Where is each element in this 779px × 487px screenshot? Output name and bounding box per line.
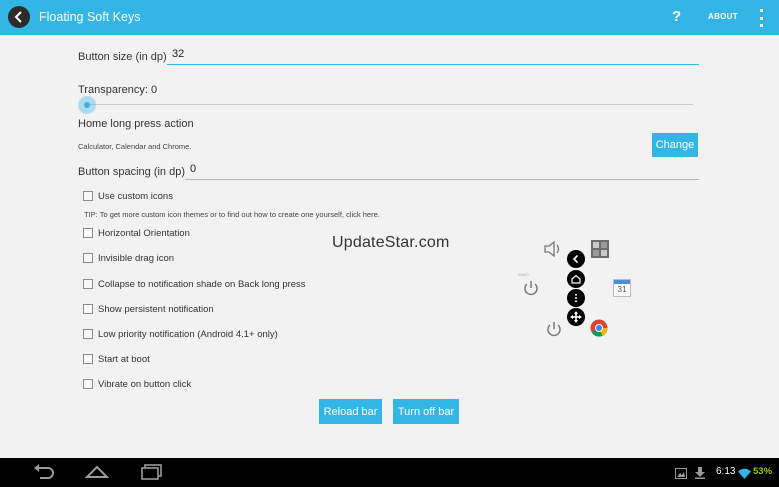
power-icon (521, 278, 541, 303)
checkbox-persistent-notification[interactable]: Show persistent notification (83, 302, 214, 316)
checkbox-label: Show persistent notification (98, 303, 214, 315)
status-time: 6:13 (716, 466, 736, 477)
checkbox[interactable] (83, 228, 93, 238)
home-long-press-summary: Calculator, Calendar and Chrome. (78, 142, 192, 151)
back-icon[interactable] (567, 250, 585, 268)
checkbox[interactable] (83, 379, 93, 389)
home-long-press-label: Home long press action (78, 118, 194, 130)
watermark: UpdateStar.com (332, 234, 450, 251)
battery-level: 53% (753, 466, 773, 477)
turn-off-bar-button[interactable]: Turn off bar (393, 399, 459, 424)
button-spacing-field[interactable]: 0 (185, 163, 699, 180)
use-custom-icons-row[interactable]: Use custom icons (83, 189, 173, 203)
custom-icons-tip[interactable]: TIP: To get more custom icon themes or t… (84, 210, 380, 219)
transparency-seekbar-thumb[interactable] (78, 96, 96, 114)
transparency-label: Transparency: 0 (78, 84, 158, 96)
checkbox[interactable] (83, 329, 93, 339)
chrome-icon (590, 319, 608, 342)
action-bar: Floating Soft Keys ? ABOUT (0, 0, 779, 35)
checkbox-label: Vibrate on button click (98, 378, 192, 390)
checkbox-label: Invisible drag icon (98, 252, 175, 264)
checkbox[interactable] (83, 191, 93, 201)
wifi-icon (738, 466, 751, 484)
checkbox-invisible-drag-icon[interactable]: Invisible drag icon (83, 251, 174, 265)
button-size-field[interactable]: 32 (167, 48, 699, 65)
nav-recent-apps-icon[interactable] (141, 464, 163, 485)
download-notification-icon (694, 466, 706, 484)
change-button[interactable]: Change (652, 133, 698, 157)
button-spacing-label: Button spacing (in dp) (78, 166, 186, 178)
checkbox-label: Collapse to notification shade on Back l… (98, 278, 306, 290)
move-icon[interactable] (567, 308, 585, 326)
volume-icon (543, 240, 563, 263)
power-caption: WWO (518, 272, 529, 277)
reload-bar-button[interactable]: Reload bar (319, 399, 382, 424)
transparency-seekbar-track[interactable] (87, 104, 693, 105)
home-icon[interactable] (567, 270, 585, 288)
calendar-icon: 31 (613, 279, 631, 297)
checkbox-collapse-notification[interactable]: Collapse to notification shade on Back l… (83, 277, 306, 291)
back-arrow-icon[interactable] (8, 6, 30, 28)
checkbox[interactable] (83, 354, 93, 364)
system-navigation-bar: 6:13 53% (0, 458, 779, 487)
checkbox-label: Start at boot (98, 353, 150, 365)
calendar-day: 31 (617, 285, 627, 294)
about-button[interactable]: ABOUT (708, 12, 738, 21)
screenshot-notification-icon (675, 466, 687, 484)
checkbox-label: Horizontal Orientation (98, 227, 190, 239)
checkbox-horizontal-orientation[interactable]: Horizontal Orientation (83, 226, 190, 240)
help-button[interactable]: ? (672, 8, 681, 25)
use-custom-icons-label: Use custom icons (98, 190, 173, 202)
checkbox[interactable] (83, 304, 93, 314)
nav-back-icon[interactable] (32, 464, 56, 485)
checkbox-label: Low priority notification (Android 4.1+ … (98, 328, 278, 340)
checkbox-low-priority-notification[interactable]: Low priority notification (Android 4.1+ … (83, 327, 278, 341)
checkbox-vibrate-on-click[interactable]: Vibrate on button click (83, 377, 191, 391)
app-title: Floating Soft Keys (39, 10, 141, 24)
overflow-menu-icon[interactable] (758, 9, 764, 27)
button-size-label: Button size (in dp) (78, 51, 167, 63)
nav-home-icon[interactable] (84, 464, 110, 485)
calculator-icon (591, 240, 609, 263)
checkbox[interactable] (83, 279, 93, 289)
power-icon (544, 319, 564, 344)
checkbox[interactable] (83, 253, 93, 263)
checkbox-start-at-boot[interactable]: Start at boot (83, 352, 150, 366)
menu-icon[interactable] (567, 289, 585, 307)
